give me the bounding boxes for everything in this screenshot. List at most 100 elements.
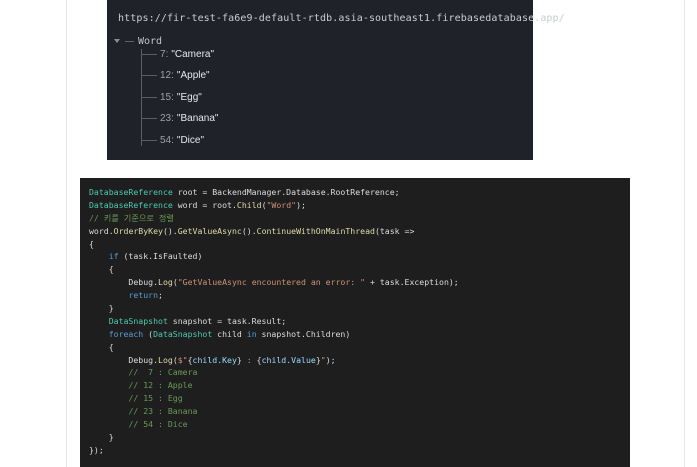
code-line: } — [89, 302, 459, 315]
code-token: word = root. — [172, 199, 237, 210]
child-value: "Camera" — [171, 48, 215, 60]
code-token: in — [246, 328, 257, 339]
tree-branch-line — [141, 96, 157, 98]
code-line: }); — [89, 444, 459, 457]
child-value: "Apple" — [176, 69, 210, 81]
tree-branch-line — [141, 139, 157, 141]
code-line: // 키를 기준으로 정렬 — [89, 212, 459, 225]
code-token: return — [128, 290, 159, 301]
code-token: // 키를 기준으로 정렬 — [89, 212, 174, 223]
firebase-database-screenshot: https://fir-test-fa6e9-default-rtdb.asia… — [107, 0, 565, 160]
code-token: { — [89, 264, 114, 275]
code-token: Child — [236, 199, 262, 210]
code-token: : — [241, 354, 257, 365]
code-token: (task.IsFaulted) — [118, 251, 203, 262]
code-block: DatabaseReference root = BackendManager.… — [80, 178, 630, 467]
code-token: // 12 : Apple — [128, 380, 193, 391]
tree-child-row[interactable]: 12: "Apple" — [141, 68, 210, 82]
child-key: 23 — [160, 112, 172, 124]
code-token: Debug. — [89, 277, 159, 288]
root-key: Word — [138, 35, 163, 47]
code-line: Debug.Log("GetValueAsync encountered an … — [89, 276, 459, 289]
tree-child-row[interactable]: 54: "Dice" — [141, 133, 204, 147]
tree-branch-line — [141, 74, 157, 76]
tree-branch-line — [141, 53, 157, 55]
code-token: "GetValueAsync encountered an error: " — [177, 277, 366, 288]
code-line: foreach (DataSnapshot child in snapshot.… — [89, 328, 459, 341]
child-separator: : — [171, 69, 174, 81]
code-line: { — [89, 341, 459, 354]
code-token: } — [89, 431, 114, 442]
child-key: 12 — [160, 69, 172, 81]
tree-child-row[interactable]: 15: "Egg" — [141, 90, 202, 104]
code-token: Log — [158, 354, 173, 365]
code-token: } — [89, 303, 114, 314]
code-token: ; — [158, 290, 163, 301]
code-line: if (task.IsFaulted) — [89, 250, 459, 263]
code-token: Debug. — [89, 354, 159, 365]
code-token: // 7 : Camera — [128, 367, 198, 378]
code-token: DatabaseReference — [89, 199, 173, 210]
code-line: // 15 : Egg — [89, 392, 459, 405]
tree-connector — [125, 40, 134, 42]
child-separator: : — [171, 91, 174, 103]
code-token: DataSnapshot — [153, 328, 213, 339]
code-token: OrderByKey — [113, 225, 163, 236]
code-token: DataSnapshot — [108, 315, 168, 326]
code-line: // 23 : Banana — [89, 405, 459, 418]
code-token: Log — [158, 277, 173, 288]
content-right-border — [684, 0, 685, 467]
code-token: foreach — [108, 328, 144, 339]
code-token: "Word" — [266, 199, 297, 210]
database-url: https://fir-test-fa6e9-default-rtdb.asia… — [118, 13, 565, 24]
child-key: 15 — [160, 91, 172, 103]
code-token: // 15 : Egg — [128, 393, 183, 404]
code-token: ContinueWithOnMainThread — [256, 225, 375, 236]
code-line: word.OrderByKey().GetValueAsync().Contin… — [89, 225, 459, 238]
code-line: DatabaseReference root = BackendManager.… — [89, 186, 459, 199]
tree-root-node[interactable]: Word — [114, 35, 162, 47]
tree-child-row[interactable]: 23: "Banana" — [141, 111, 218, 125]
child-separator: : — [171, 134, 174, 146]
code-token: child.Key — [192, 354, 237, 365]
code-token: ); — [296, 199, 306, 210]
caret-down-icon[interactable] — [114, 39, 120, 43]
code-line: // 12 : Apple — [89, 379, 459, 392]
code-token: ); — [325, 354, 336, 365]
code-token: GetValueAsync — [177, 225, 242, 236]
child-separator: : — [171, 112, 174, 124]
code-line: { — [89, 263, 459, 276]
code-line: { — [89, 238, 459, 251]
child-separator: : — [165, 48, 169, 60]
code-line: return; — [89, 289, 459, 302]
code-token: root = BackendManager.Database.RootRefer… — [172, 187, 400, 197]
code-token: child.Value — [261, 354, 316, 365]
code-line: DataSnapshot snapshot = task.Result; — [89, 315, 459, 328]
child-value: "Dice" — [176, 134, 205, 146]
tree-child-row[interactable]: 7: "Camera" — [141, 47, 214, 61]
code-token: snapshot.Children) — [256, 328, 351, 339]
code-line: } — [89, 431, 459, 444]
child-value: "Banana" — [176, 112, 219, 124]
code-token: { — [89, 238, 94, 249]
code-token: DatabaseReference — [89, 187, 173, 197]
code-token: }); — [89, 444, 104, 455]
code-token: ( — [143, 328, 154, 339]
code-line: DatabaseReference word = root.Child("Wor… — [89, 199, 459, 212]
code-token: { — [89, 341, 114, 352]
code-line: // 54 : Dice — [89, 418, 459, 431]
code-token: // 23 : Banana — [128, 406, 198, 417]
content-left-border — [66, 0, 67, 467]
code-token: (task => — [374, 225, 415, 236]
code-token: if — [108, 251, 119, 262]
code-token: child — [212, 328, 247, 339]
code-lines: DatabaseReference root = BackendManager.… — [89, 186, 459, 457]
code-token: + task.Exception); — [365, 277, 459, 288]
